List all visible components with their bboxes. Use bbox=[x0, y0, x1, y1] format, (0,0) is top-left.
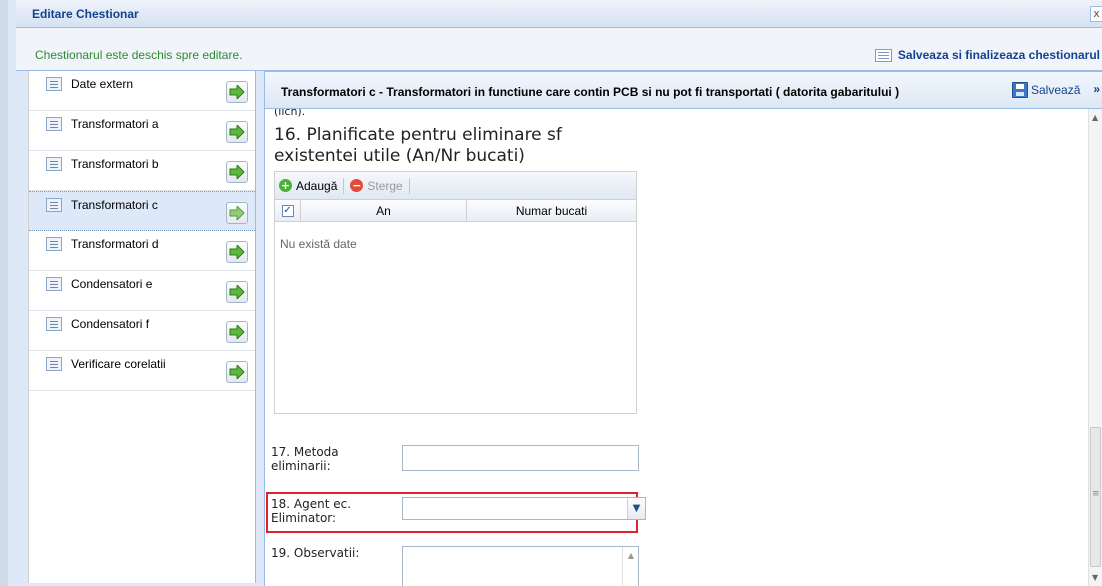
green-arrow-icon[interactable] bbox=[226, 121, 248, 143]
question-17-label: 17. Metoda eliminarii: bbox=[271, 445, 402, 473]
disposal-method-input[interactable] bbox=[402, 445, 639, 471]
more-chevron-icon[interactable]: » bbox=[1093, 82, 1100, 96]
sidebar-item-condensatori-e[interactable]: Condensatori e bbox=[29, 271, 255, 311]
green-arrow-icon[interactable] bbox=[226, 361, 248, 383]
scrollbar-grip-icon: ≡ bbox=[1092, 489, 1100, 499]
form-scrollbar[interactable]: ▲ ≡ ▼ bbox=[1088, 109, 1102, 586]
chevron-down-icon[interactable]: ▼ bbox=[627, 498, 645, 519]
question-16-label: 16. Planificate pentru eliminare sf exis… bbox=[274, 125, 562, 167]
add-row-button[interactable]: + Adaugă bbox=[279, 179, 337, 193]
grid-toolbar: + Adaugă − Sterge bbox=[275, 171, 636, 199]
save-and-finalize-button[interactable]: Salveaza si finalizeaza chestionarul bbox=[874, 48, 1100, 62]
sidebar-item-transformatori-a[interactable]: Transformatori a bbox=[29, 111, 255, 151]
toolbar-divider bbox=[343, 177, 345, 194]
floppy-disk-icon bbox=[1012, 82, 1028, 98]
scroll-up-icon[interactable]: ▲ bbox=[1092, 113, 1098, 122]
question-18-label-line1: 18. Agent ec. bbox=[271, 497, 352, 511]
green-arrow-icon[interactable] bbox=[226, 281, 248, 303]
green-arrow-icon[interactable] bbox=[226, 81, 248, 103]
grid-empty-message: Nu există date bbox=[280, 237, 357, 251]
sidebar-item-label: Date extern bbox=[71, 77, 134, 91]
form-icon bbox=[46, 77, 62, 91]
sidebar-item-condensatori-f[interactable]: Condensatori f bbox=[29, 311, 255, 351]
select-all-column: ✓ bbox=[275, 200, 301, 221]
delete-row-button[interactable]: − Sterge bbox=[350, 178, 403, 193]
form-icon bbox=[46, 117, 62, 131]
edit-status-message: Chestionarul este deschis spre editare. bbox=[35, 48, 243, 62]
select-all-checkbox[interactable]: ✓ bbox=[281, 204, 294, 217]
sidebar-item-verificare-corelatii[interactable]: Verificare corelatii bbox=[29, 351, 255, 391]
question-17-label-line2: eliminarii: bbox=[271, 459, 331, 473]
add-icon: + bbox=[279, 179, 292, 192]
section-header: Transformatori c - Transformatori in fun… bbox=[265, 71, 1102, 109]
scroll-up-icon[interactable]: ▲ bbox=[628, 551, 634, 560]
finalize-form-icon bbox=[874, 48, 892, 62]
scroll-down-icon[interactable]: ▼ bbox=[1092, 573, 1098, 582]
form-icon bbox=[46, 157, 62, 171]
form-icon bbox=[46, 237, 62, 251]
question-19-label: 19. Observatii: bbox=[271, 546, 360, 560]
green-arrow-icon[interactable] bbox=[226, 161, 248, 183]
green-arrow-icon[interactable] bbox=[226, 202, 248, 224]
section-sidebar: Date extern Transformatori a Transformat… bbox=[28, 71, 256, 583]
save-button[interactable]: Salvează bbox=[1012, 82, 1080, 98]
green-arrow-icon[interactable] bbox=[226, 241, 248, 263]
delete-icon: − bbox=[350, 179, 364, 192]
add-row-label: Adaugă bbox=[296, 178, 338, 193]
question-16-label-line1: 16. Planificate pentru eliminare sf bbox=[274, 125, 562, 145]
question-17-row: 17. Metoda eliminarii: bbox=[271, 445, 639, 473]
status-bar: Chestionarul este deschis spre editare. … bbox=[16, 28, 1102, 71]
form-icon bbox=[46, 317, 62, 331]
question-17-label-line1: 17. Metoda bbox=[271, 445, 339, 459]
toolbar-divider bbox=[408, 177, 410, 194]
question-19-row: 19. Observatii: ▲ ▼ bbox=[271, 546, 639, 586]
sidebar-item-label: Condensatori f bbox=[71, 317, 150, 331]
question-18-label: 18. Agent ec. Eliminator: bbox=[271, 497, 402, 525]
form-content: (lich). 16. Planificate pentru eliminare… bbox=[265, 109, 1088, 586]
form-icon bbox=[46, 198, 62, 212]
section-title: Transformatori c - Transformatori in fun… bbox=[281, 85, 900, 99]
main-panel: Transformatori c - Transformatori in fun… bbox=[264, 71, 1102, 586]
form-icon bbox=[46, 277, 62, 291]
save-and-finalize-label: Salveaza si finalizeaza chestionarul bbox=[897, 48, 1100, 62]
close-icon[interactable]: x bbox=[1090, 6, 1102, 22]
question-16-label-line2: existentei utile (An/Nr bucati) bbox=[274, 146, 525, 166]
question-18-label-line2: Eliminator: bbox=[271, 511, 337, 525]
disposal-plan-grid: + Adaugă − Sterge ✓ An Numar bucati Nu e… bbox=[274, 171, 637, 414]
sidebar-item-date-extern[interactable]: Date extern bbox=[29, 71, 255, 111]
sidebar-item-transformatori-b[interactable]: Transformatori b bbox=[29, 151, 255, 191]
sidebar-item-label: Transformatori d bbox=[71, 237, 159, 251]
sidebar-item-label: Transformatori b bbox=[71, 157, 159, 171]
sidebar-item-label: Verificare corelatii bbox=[71, 357, 166, 371]
observations-textarea[interactable]: ▲ ▼ bbox=[402, 546, 639, 586]
form-icon bbox=[46, 357, 62, 371]
sidebar-item-label: Transformatori a bbox=[71, 117, 159, 131]
grid-header-row: ✓ An Numar bucati bbox=[275, 199, 636, 222]
window-title: Editare Chestionar bbox=[32, 7, 139, 21]
truncated-previous-text: (lich). bbox=[274, 109, 306, 118]
sidebar-item-transformatori-c[interactable]: Transformatori c bbox=[29, 191, 255, 231]
sidebar-item-transformatori-d[interactable]: Transformatori d bbox=[29, 231, 255, 271]
column-header-an[interactable]: An bbox=[301, 200, 467, 221]
save-label: Salvează bbox=[1031, 83, 1081, 97]
window-titlebar: Editare Chestionar x bbox=[16, 0, 1102, 28]
question-18-row: 18. Agent ec. Eliminator: ▼ bbox=[271, 497, 646, 525]
column-header-numar-bucati[interactable]: Numar bucati bbox=[467, 200, 636, 221]
delete-row-label: Sterge bbox=[367, 178, 403, 193]
questionnaire-window: Editare Chestionar x Chestionarul este d… bbox=[0, 0, 1102, 586]
sidebar-item-label: Transformatori c bbox=[71, 198, 158, 212]
sidebar-item-label: Condensatori e bbox=[71, 277, 153, 291]
green-arrow-icon[interactable] bbox=[226, 321, 248, 343]
eliminator-agent-combobox[interactable]: ▼ bbox=[402, 497, 646, 520]
